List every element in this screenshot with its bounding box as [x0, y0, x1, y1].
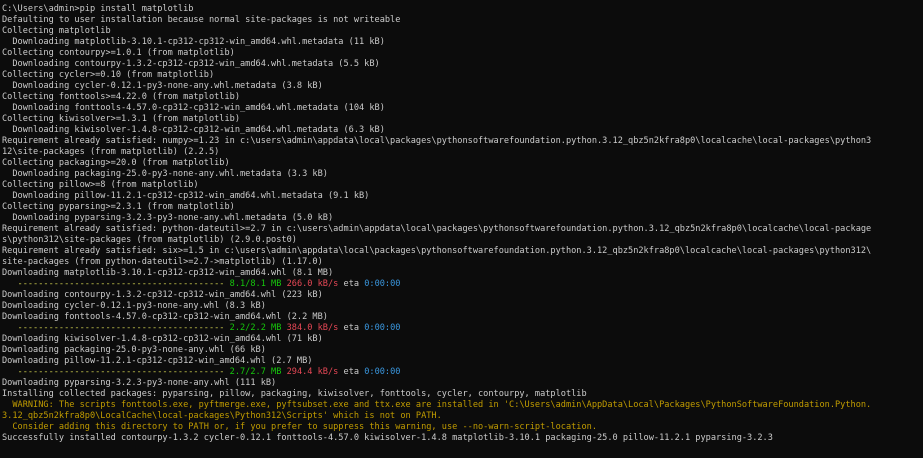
line-text: Collecting pyparsing>=2.3.1 (from matplo… [2, 202, 235, 212]
terminal-line: 3.12_qbz5n2kfra8p0\LocalCache\local-pack… [2, 411, 923, 422]
line-text: Downloading pillow-11.2.1-cp312-cp312-wi… [2, 356, 313, 366]
warning-text: WARNING: The scripts fonttools.exe, pyft… [2, 400, 872, 410]
terminal-line: 12\site-packages (from matplotlib) (2.2.… [2, 147, 923, 158]
terminal-line: Downloading cycler-0.12.1-py3-none-any.w… [2, 301, 923, 312]
line-text: Collecting matplotlib [2, 26, 111, 36]
terminal-line: ----------------------------------------… [2, 323, 923, 334]
progress-size: 2.7/2.7 MB [229, 367, 282, 377]
line-text: Downloading fonttools-4.57.0-cp312-cp312… [2, 103, 385, 113]
eta-value: 0:00:00 [364, 323, 401, 333]
progress-bar: ---------------------------------------- [2, 279, 230, 289]
terminal-line: Downloading packaging-25.0-py3-none-any.… [2, 345, 923, 356]
terminal-line: Collecting fonttools>=4.22.0 (from matpl… [2, 92, 923, 103]
terminal-line: Downloading pillow-11.2.1-cp312-cp312-wi… [2, 356, 923, 367]
line-text: site-packages (from python-dateutil>=2.7… [2, 257, 323, 267]
line-text: Requirement already satisfied: numpy>=1.… [2, 136, 872, 146]
line-text: Downloading matplotlib-3.10.1-cp312-cp31… [2, 268, 334, 278]
line-text: Requirement already satisfied: python-da… [2, 224, 872, 234]
terminal-line: Downloading contourpy-1.3.2-cp312-cp312-… [2, 59, 923, 70]
terminal-line: Downloading kiwisolver-1.4.8-cp312-cp312… [2, 125, 923, 136]
terminal-line: Downloading pyparsing-3.2.3-py3-none-any… [2, 213, 923, 224]
line-text: eta [338, 279, 365, 289]
terminal-line: Collecting kiwisolver>=1.3.1 (from matpl… [2, 114, 923, 125]
line-text: 12\site-packages (from matplotlib) (2.2.… [2, 147, 220, 157]
warning-text: 3.12_qbz5n2kfra8p0\LocalCache\local-pack… [2, 411, 442, 421]
line-text: Collecting contourpy>=1.0.1 (from matplo… [2, 48, 235, 58]
terminal-line: Downloading kiwisolver-1.4.8-cp312-cp312… [2, 334, 923, 345]
line-text: Downloading pyparsing-3.2.3-py3-none-any… [2, 213, 334, 223]
terminal-line: Requirement already satisfied: numpy>=1.… [2, 136, 923, 147]
terminal-line: Downloading matplotlib-3.10.1-cp312-cp31… [2, 268, 923, 279]
terminal-line: Consider adding this directory to PATH o… [2, 422, 923, 433]
terminal-line: s\python312\site-packages (from matplotl… [2, 235, 923, 246]
eta-value: 0:00:00 [364, 367, 401, 377]
terminal-line: ----------------------------------------… [2, 367, 923, 378]
terminal-line: Successfully installed contourpy-1.3.2 c… [2, 433, 923, 444]
line-text: Collecting cycler>=0.10 (from matplotlib… [2, 70, 215, 80]
terminal-line: WARNING: The scripts fonttools.exe, pyft… [2, 400, 923, 411]
download-rate: 266.0 kB/s [286, 279, 339, 289]
terminal-line: Downloading fonttools-4.57.0-cp312-cp312… [2, 312, 923, 323]
terminal-line: Downloading pillow-11.2.1-cp312-cp312-wi… [2, 191, 923, 202]
terminal-line: Collecting cycler>=0.10 (from matplotlib… [2, 70, 923, 81]
terminal-line: Downloading cycler-0.12.1-py3-none-any.w… [2, 81, 923, 92]
line-text: Downloading matplotlib-3.10.1-cp312-cp31… [2, 37, 385, 47]
line-text: Collecting fonttools>=4.22.0 (from matpl… [2, 92, 240, 102]
terminal-line: Downloading pyparsing-3.2.3-py3-none-any… [2, 378, 923, 389]
terminal-line: site-packages (from python-dateutil>=2.7… [2, 257, 923, 268]
terminal-line: Collecting pyparsing>=2.3.1 (from matplo… [2, 202, 923, 213]
line-text: Downloading pyparsing-3.2.3-py3-none-any… [2, 378, 277, 388]
line-text: Downloading cycler-0.12.1-py3-none-any.w… [2, 81, 323, 91]
line-text: Downloading pillow-11.2.1-cp312-cp312-wi… [2, 191, 370, 201]
progress-size: 2.2/2.2 MB [229, 323, 282, 333]
terminal-line: Collecting matplotlib [2, 26, 923, 37]
line-text: Collecting pillow>=8 (from matplotlib) [2, 180, 199, 190]
terminal-line: Requirement already satisfied: six>=1.5 … [2, 246, 923, 257]
terminal-line: Collecting contourpy>=1.0.1 (from matplo… [2, 48, 923, 59]
download-rate: 384.0 kB/s [286, 323, 339, 333]
terminal-line: Downloading fonttools-4.57.0-cp312-cp312… [2, 103, 923, 114]
terminal-line: Downloading packaging-25.0-py3-none-any.… [2, 169, 923, 180]
terminal-line: Collecting pillow>=8 (from matplotlib) [2, 180, 923, 191]
line-text: Installing collected packages: pyparsing… [2, 389, 587, 399]
line-text: Downloading contourpy-1.3.2-cp312-cp312-… [2, 290, 323, 300]
line-text: eta [338, 367, 365, 377]
line-text: Downloading packaging-25.0-py3-none-any.… [2, 169, 328, 179]
terminal-line: Requirement already satisfied: python-da… [2, 224, 923, 235]
line-text: Downloading cycler-0.12.1-py3-none-any.w… [2, 301, 266, 311]
terminal-line: Downloading matplotlib-3.10.1-cp312-cp31… [2, 37, 923, 48]
warning-text: Consider adding this directory to PATH o… [2, 422, 597, 432]
line-text: s\python312\site-packages (from matplotl… [2, 235, 297, 245]
progress-bar: ---------------------------------------- [2, 323, 230, 333]
terminal-output[interactable]: C:\Users\admin>pip install matplotlib Def… [0, 0, 923, 458]
line-text: Collecting packaging>=20.0 (from matplot… [2, 158, 230, 168]
eta-value: 0:00:00 [364, 279, 401, 289]
line-text: Downloading fonttools-4.57.0-cp312-cp312… [2, 312, 328, 322]
terminal-line: Defaulting to user installation because … [2, 15, 923, 26]
line-text: eta [338, 323, 365, 333]
line-text: C:\Users\admin>pip install matplotlib [2, 4, 194, 14]
terminal-line: Installing collected packages: pyparsing… [2, 389, 923, 400]
line-text: Requirement already satisfied: six>=1.5 … [2, 246, 872, 256]
line-text: Downloading kiwisolver-1.4.8-cp312-cp312… [2, 334, 323, 344]
download-rate: 294.4 kB/s [286, 367, 339, 377]
line-text: Downloading contourpy-1.3.2-cp312-cp312-… [2, 59, 380, 69]
terminal-line: Collecting packaging>=20.0 (from matplot… [2, 158, 923, 169]
line-text: Collecting kiwisolver>=1.3.1 (from matpl… [2, 114, 240, 124]
progress-size: 8.1/8.1 MB [229, 279, 282, 289]
line-text: Downloading kiwisolver-1.4.8-cp312-cp312… [2, 125, 385, 135]
terminal-line: C:\Users\admin>pip install matplotlib [2, 4, 923, 15]
line-text: Defaulting to user installation because … [2, 15, 401, 25]
progress-bar: ---------------------------------------- [2, 367, 230, 377]
terminal-line: ----------------------------------------… [2, 279, 923, 290]
line-text: Downloading packaging-25.0-py3-none-any.… [2, 345, 266, 355]
terminal-line: Downloading contourpy-1.3.2-cp312-cp312-… [2, 290, 923, 301]
line-text: Successfully installed contourpy-1.3.2 c… [2, 433, 773, 443]
